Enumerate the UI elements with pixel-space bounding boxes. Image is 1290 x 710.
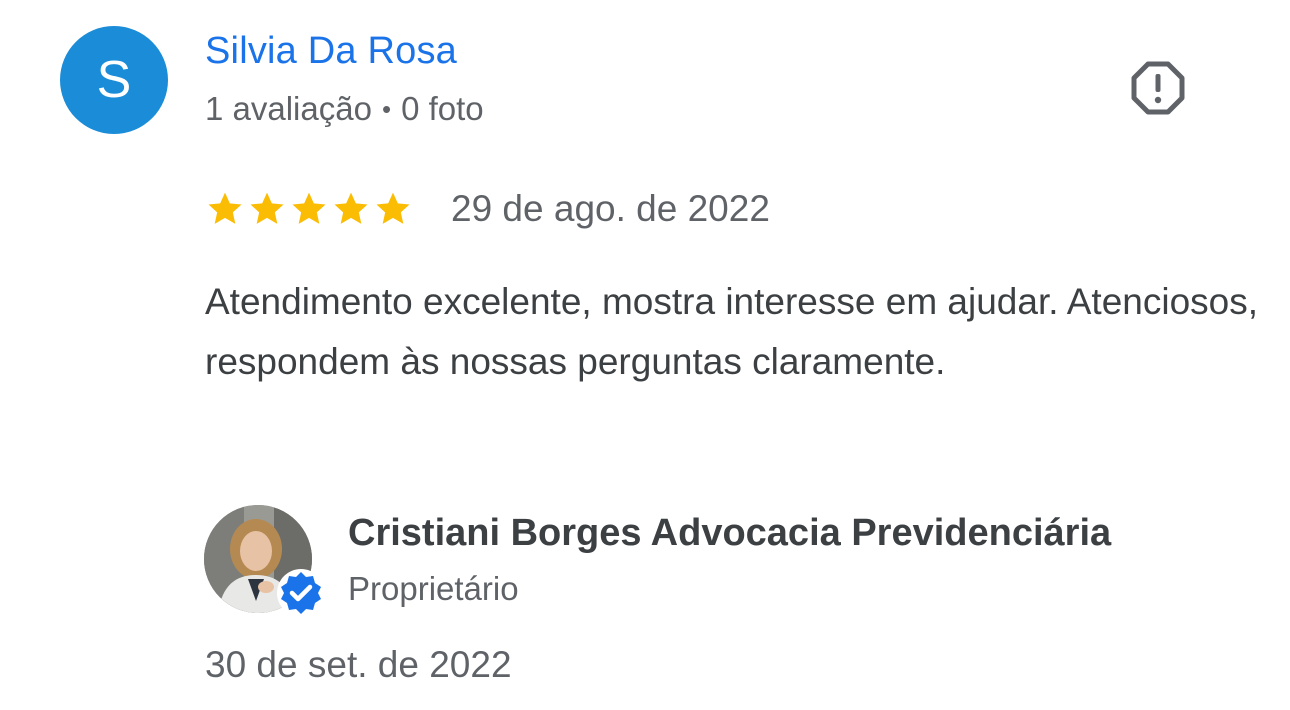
review-text: Atendimento excelente, mostra interesse … [205, 281, 1259, 382]
owner-response-date: 30 de set. de 2022 [205, 644, 512, 685]
meta-separator: • [381, 93, 392, 124]
star-icon [334, 192, 368, 224]
owner-name: Cristiani Borges Advocacia Previdenciári… [348, 512, 1112, 554]
reviewer-reviews-count: 1 avaliação [205, 90, 372, 127]
reviewer-name-link[interactable]: Silvia Da Rosa [205, 30, 457, 73]
verified-badge-icon [277, 569, 325, 617]
rating-row: 29 de ago. de 2022 [205, 188, 770, 230]
reviewer-avatar-initial: S [96, 51, 132, 109]
review-date: 29 de ago. de 2022 [451, 188, 770, 229]
star-rating [205, 189, 413, 229]
reviewer-avatar[interactable]: S [60, 26, 168, 134]
star-icon [208, 192, 242, 224]
star-icon [292, 192, 326, 224]
star-icon [376, 192, 410, 224]
report-flag-icon [1131, 61, 1185, 115]
reviewer-photos-count: 0 foto [401, 90, 484, 127]
star-icon [250, 192, 284, 224]
reviewer-meta: 1 avaliação • 0 foto [205, 90, 484, 128]
owner-role: Proprietário [348, 570, 519, 607]
report-review-button[interactable] [1128, 58, 1188, 118]
